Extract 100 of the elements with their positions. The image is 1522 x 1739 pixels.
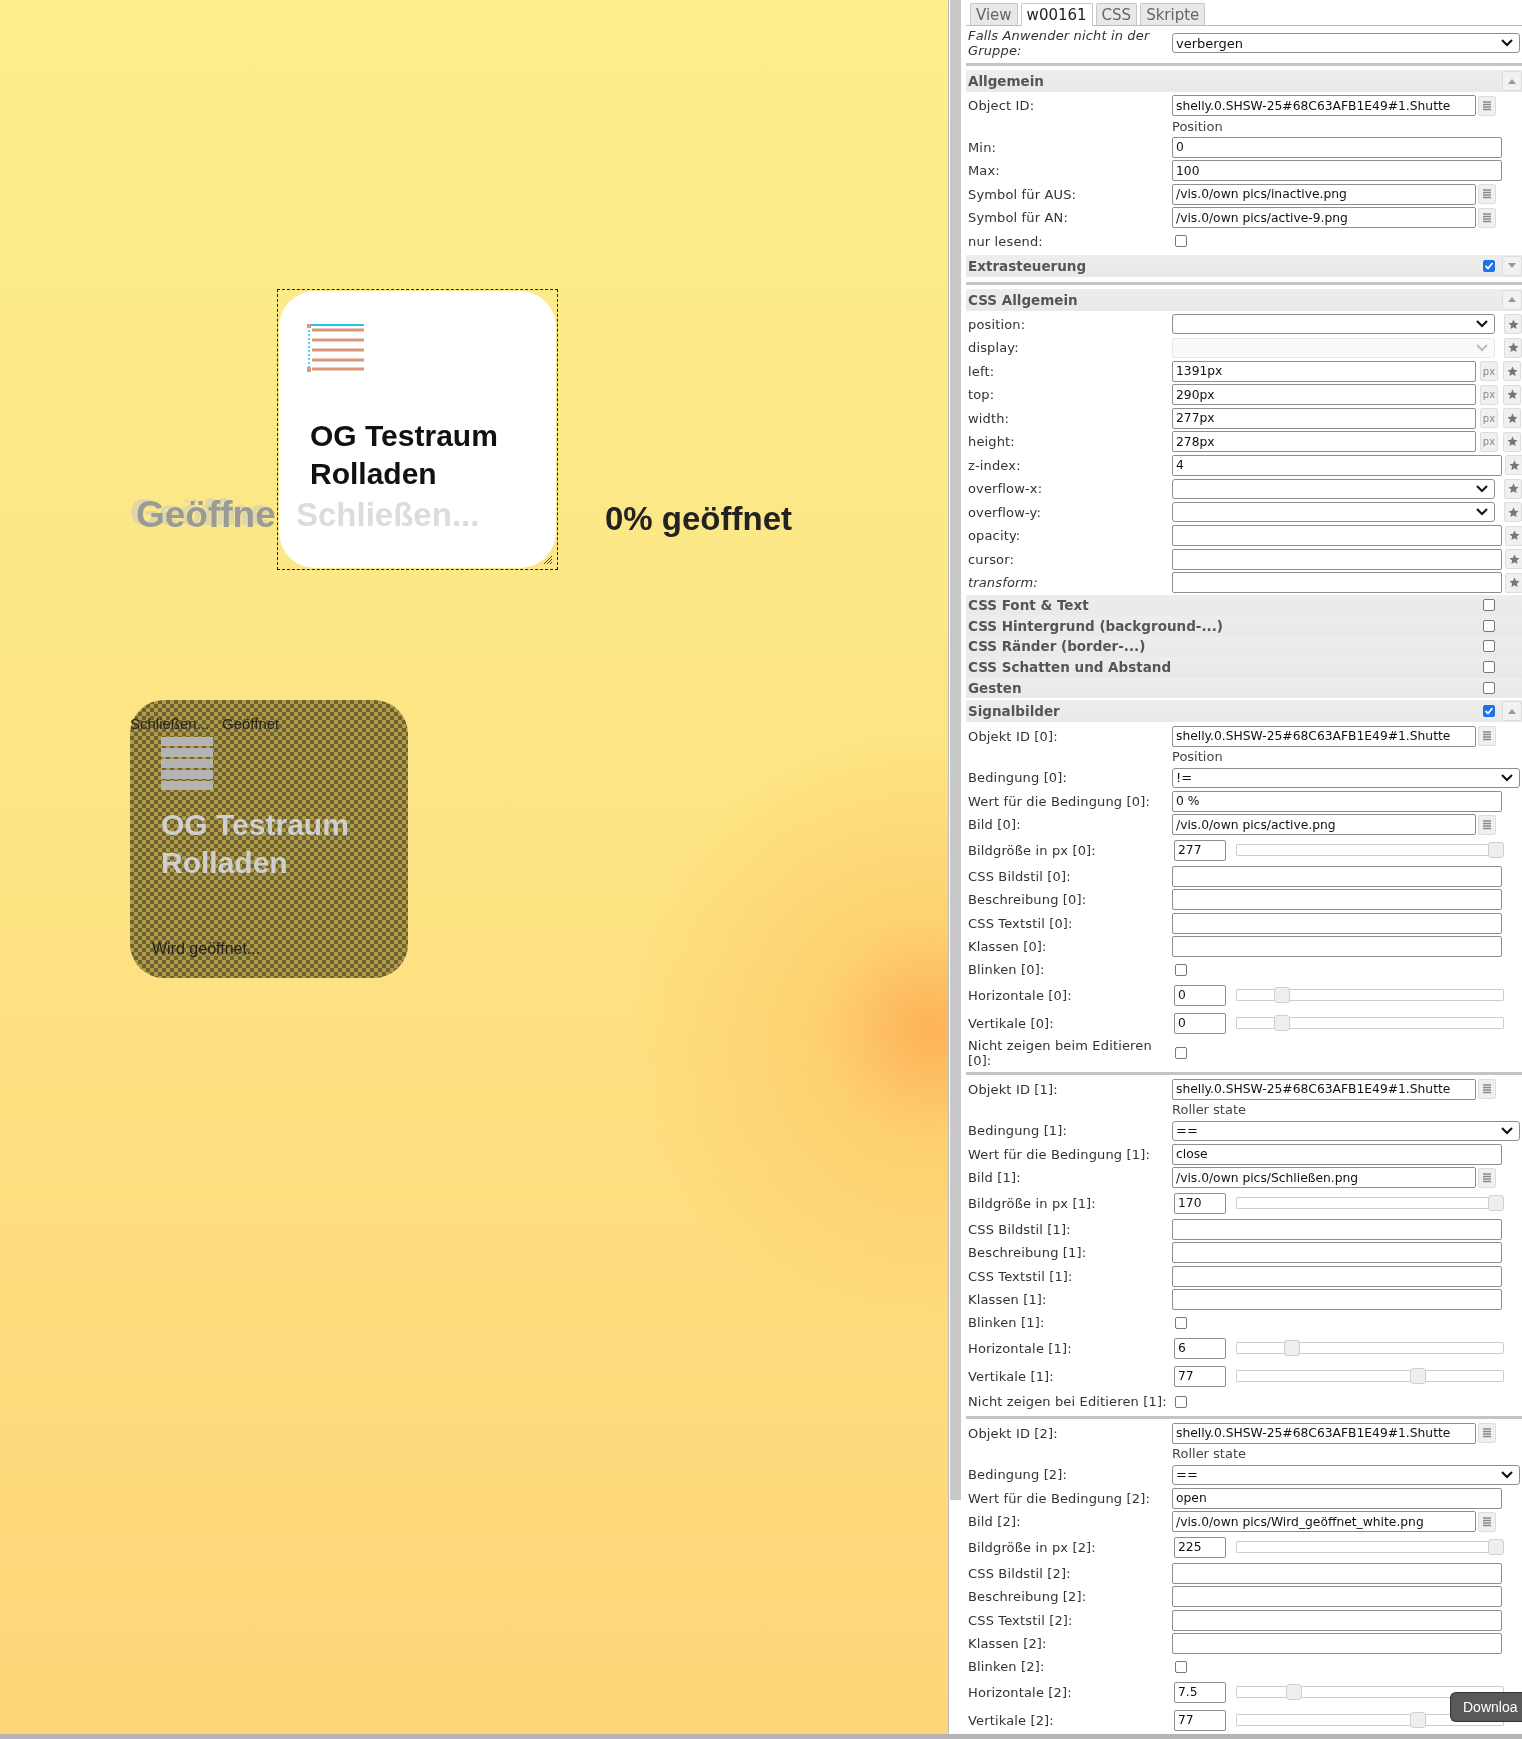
text-field[interactable]: 170 [1174, 1193, 1226, 1214]
dropdown[interactable] [1172, 502, 1495, 523]
slider-track[interactable] [1236, 1340, 1504, 1357]
star-button[interactable] [1505, 572, 1522, 593]
checkbox[interactable] [1483, 640, 1495, 653]
picker-button[interactable] [1478, 726, 1496, 747]
slider-track[interactable] [1236, 1368, 1504, 1385]
checkbox[interactable] [1483, 682, 1495, 695]
tab[interactable]: CSS [1095, 3, 1138, 25]
text-field[interactable]: 278px [1172, 431, 1476, 453]
star-button[interactable] [1505, 455, 1522, 476]
section-header[interactable]: Signalbilder [966, 700, 1522, 723]
star-button[interactable] [1504, 478, 1522, 499]
text-field[interactable]: /vis.0/own pics/Schließen.png [1172, 1167, 1476, 1189]
dropdown[interactable] [1172, 314, 1495, 335]
collapse-button[interactable] [1502, 701, 1522, 722]
slider-thumb[interactable] [1286, 1684, 1303, 1701]
checkbox[interactable] [1483, 661, 1495, 674]
text-field[interactable] [1172, 865, 1502, 887]
dropdown[interactable]: verbergen [1172, 33, 1520, 53]
slider-track[interactable] [1236, 1195, 1504, 1212]
dropdown[interactable]: == [1172, 1120, 1520, 1141]
picker-button[interactable] [1478, 814, 1496, 835]
text-field[interactable]: 277 [1174, 840, 1226, 861]
text-field[interactable]: 1391px [1172, 360, 1476, 382]
section-header[interactable]: CSS Ränder (border-...) [966, 636, 1522, 657]
text-field[interactable]: shelly.0.SHSW-25#68C63AFB1E49#1.Shutte [1172, 1078, 1476, 1100]
text-field[interactable] [1172, 1562, 1502, 1584]
picker-button[interactable] [1478, 1079, 1496, 1100]
checkbox[interactable] [1175, 964, 1187, 976]
checkbox[interactable] [1483, 259, 1495, 272]
slider-thumb[interactable] [1488, 1195, 1504, 1212]
text-field[interactable] [1172, 572, 1502, 594]
text-field[interactable]: 100 [1172, 160, 1502, 182]
text-field[interactable]: 6 [1174, 1338, 1226, 1359]
slider-thumb[interactable] [1409, 1712, 1426, 1729]
slider-track[interactable] [1236, 842, 1504, 859]
scrollbar[interactable] [950, 0, 961, 1500]
tab[interactable]: View [970, 3, 1018, 25]
text-field[interactable] [1172, 525, 1502, 547]
text-field[interactable] [1172, 1609, 1502, 1631]
dropdown[interactable]: == [1172, 1464, 1520, 1485]
text-field[interactable] [1172, 1586, 1502, 1608]
section-header[interactable]: CSS Allgemein [966, 288, 1522, 311]
slider-track[interactable] [1236, 1539, 1504, 1556]
text-field[interactable]: shelly.0.SHSW-25#68C63AFB1E49#1.Shutte [1172, 725, 1476, 747]
star-button[interactable] [1504, 502, 1522, 523]
text-field[interactable]: close [1172, 1143, 1502, 1165]
slider-track[interactable] [1236, 1015, 1504, 1032]
tab[interactable]: w00161 [1020, 3, 1093, 26]
text-field[interactable]: 77 [1174, 1710, 1226, 1731]
checkbox[interactable] [1483, 619, 1495, 632]
picker-button[interactable] [1478, 95, 1496, 116]
slider-track[interactable] [1236, 1684, 1504, 1701]
text-field[interactable] [1172, 1265, 1502, 1287]
section-header[interactable]: Extrasteuerung [966, 254, 1522, 277]
text-field[interactable]: shelly.0.SHSW-25#68C63AFB1E49#1.Shutte [1172, 1422, 1476, 1444]
text-field[interactable]: 0 % [1172, 790, 1502, 812]
text-field[interactable] [1172, 936, 1502, 958]
section-header[interactable]: Gesten [966, 677, 1522, 699]
text-field[interactable]: 277px [1172, 407, 1476, 429]
text-field[interactable]: 4 [1172, 454, 1502, 476]
section-header[interactable]: Allgemein [966, 70, 1522, 92]
scrollbar[interactable] [0, 1734, 1522, 1739]
text-field[interactable]: open [1172, 1487, 1502, 1509]
star-button[interactable] [1503, 408, 1521, 429]
section-header[interactable]: CSS Font & Text [966, 594, 1522, 616]
slider-thumb[interactable] [1488, 1539, 1504, 1556]
slider-track[interactable] [1236, 987, 1504, 1004]
star-button[interactable] [1503, 431, 1521, 452]
text-field[interactable]: /vis.0/own pics/Wird_geöffnet_white.png [1172, 1511, 1476, 1533]
text-field[interactable]: 0 [1174, 985, 1226, 1006]
text-field[interactable]: 0 [1174, 1013, 1226, 1034]
checkbox[interactable] [1175, 1661, 1187, 1673]
widget-card[interactable]: Schließen... Geöffnet OG Testraum Rolladen Wird geöffnet... [130, 700, 408, 978]
star-button[interactable] [1503, 361, 1521, 382]
star-button[interactable] [1503, 384, 1521, 405]
section-header[interactable]: CSS Hintergrund (background-...) [966, 615, 1522, 637]
checkbox[interactable] [1175, 235, 1187, 247]
checkbox[interactable] [1175, 1047, 1187, 1060]
text-field[interactable] [1172, 1289, 1502, 1311]
text-field[interactable] [1172, 548, 1502, 570]
text-field[interactable]: 225 [1174, 1537, 1226, 1558]
picker-button[interactable] [1478, 184, 1496, 205]
collapse-button[interactable] [1502, 71, 1522, 91]
section-header[interactable]: CSS Schatten und Abstand [966, 656, 1522, 678]
text-field[interactable]: 77 [1174, 1366, 1226, 1387]
slider-thumb[interactable] [1273, 1015, 1290, 1032]
checkbox[interactable] [1483, 598, 1495, 611]
text-field[interactable]: /vis.0/own pics/active-9.png [1172, 207, 1476, 229]
dropdown[interactable]: != [1172, 767, 1520, 788]
text-field[interactable] [1172, 1242, 1502, 1264]
text-field[interactable]: 7.5 [1174, 1682, 1226, 1703]
text-field[interactable]: /vis.0/own pics/active.png [1172, 814, 1476, 836]
picker-button[interactable] [1478, 1167, 1496, 1188]
text-field[interactable]: 290px [1172, 384, 1476, 406]
text-field[interactable] [1172, 1633, 1502, 1655]
resize-handle-icon[interactable] [544, 556, 552, 564]
star-button[interactable] [1504, 314, 1522, 335]
text-field[interactable]: /vis.0/own pics/inactive.png [1172, 183, 1476, 205]
